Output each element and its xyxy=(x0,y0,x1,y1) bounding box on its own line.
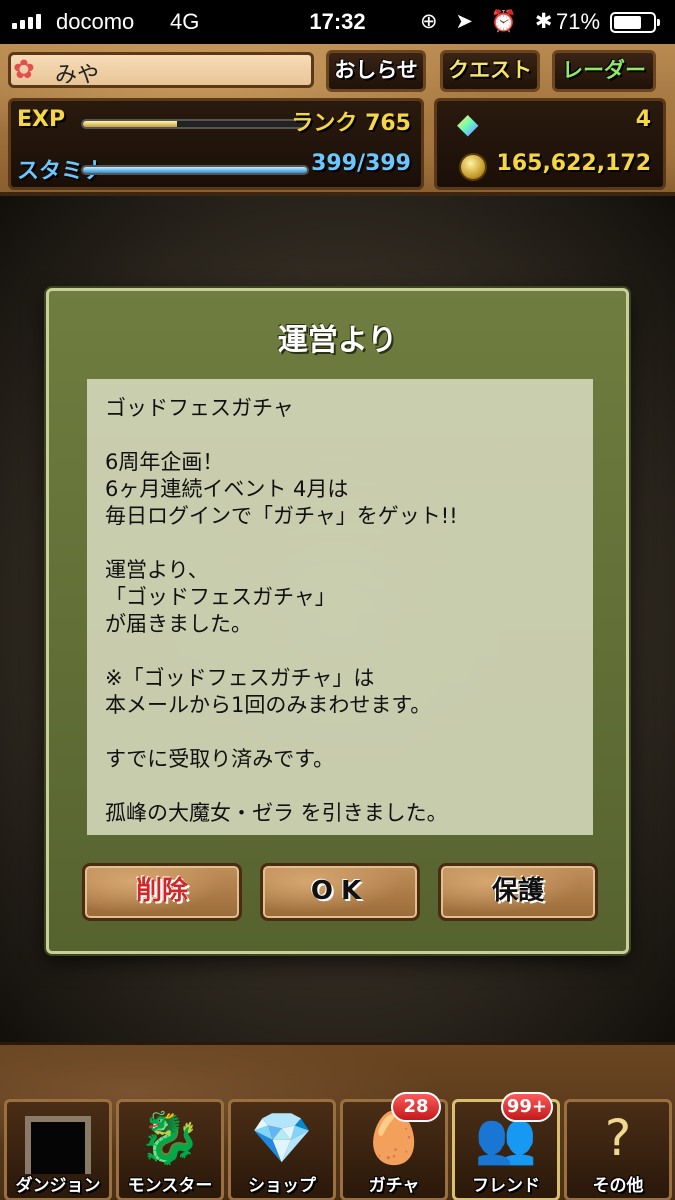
gacha-badge: 28 xyxy=(391,1092,441,1122)
coin-count: 165,622,172 xyxy=(496,151,651,176)
protect-button[interactable]: 保護 xyxy=(438,863,598,921)
gem-icon: 💎 xyxy=(250,1109,314,1167)
nav-other[interactable]: ? その他 xyxy=(564,1099,672,1200)
stamina-bar xyxy=(81,165,309,175)
nav-shop[interactable]: 💎 ショップ xyxy=(228,1099,336,1200)
player-name-plate[interactable]: ✿ みや xyxy=(8,52,314,88)
nav-friend[interactable]: 👥 99+ フレンド xyxy=(452,1092,560,1200)
dungeon-gate-icon xyxy=(25,1116,91,1174)
battery-percent: 71% xyxy=(556,9,601,34)
message-text: ゴッドフェスガチャ 6周年企画！ 6ヶ月連続イベント 4月は 毎日ログインで「ガ… xyxy=(105,396,458,825)
nav-dungeon[interactable]: ダンジョン xyxy=(4,1099,112,1200)
notice-button[interactable]: おしらせ xyxy=(326,50,426,92)
player-name: みや xyxy=(55,63,100,88)
friend-badge: 99+ xyxy=(500,1092,553,1122)
mail-dialog: 運営より ゴッドフェスガチャ 6周年企画！ 6ヶ月連続イベント 4月は 毎日ログ… xyxy=(46,288,629,954)
dragon-icon: 🐉 xyxy=(138,1109,202,1167)
stamina-bar-fill xyxy=(83,167,307,173)
exp-label: EXP xyxy=(17,107,66,132)
magic-stone-count: 4 xyxy=(635,107,651,132)
rank-value: ランク 765 xyxy=(291,111,411,136)
question-mark-icon: ? xyxy=(604,1109,632,1167)
coin-icon xyxy=(459,153,487,181)
magic-stone-icon: ◆ xyxy=(457,107,479,140)
ok-button[interactable]: OK xyxy=(260,863,420,921)
nav-monster[interactable]: 🐉 モンスター xyxy=(116,1099,224,1200)
exp-bar xyxy=(81,119,309,129)
nav-gacha-label: ガチャ xyxy=(368,1176,420,1196)
battery-fill xyxy=(614,16,641,29)
nav-gacha[interactable]: 🥚 28 ガチャ xyxy=(340,1092,448,1200)
status-bar: docomo 4G 17:32 ⊕ ➤ ⏰ ✱ 71% xyxy=(0,0,675,44)
player-stats-panel: EXP ランク 765 スタミナ 399/399 xyxy=(8,98,424,190)
resources-panel: ◆ 4 165,622,172 xyxy=(434,98,666,190)
dialog-title: 運営より xyxy=(277,323,398,358)
nav-other-label: その他 xyxy=(592,1176,644,1196)
nav-friend-label: フレンド xyxy=(472,1176,540,1196)
delete-button[interactable]: 削除 xyxy=(82,863,242,921)
game-header: ✿ みや おしらせ クエスト レーダー EXP ランク 765 スタミナ 399… xyxy=(0,44,675,196)
stamina-value: 399/399 xyxy=(311,151,411,176)
radar-button[interactable]: レーダー xyxy=(552,50,656,92)
player-avatar-icon: ✿ xyxy=(13,55,35,85)
bottom-nav: ダンジョン 🐉 モンスター 💎 ショップ 🥚 28 ガチャ 👥 99+ フレンド… xyxy=(0,1042,675,1200)
nav-shop-label: ショップ xyxy=(248,1176,316,1196)
nav-monster-label: モンスター xyxy=(127,1176,213,1196)
exp-bar-fill xyxy=(83,121,178,127)
status-icons: ⊕ ➤ ⏰ ✱ xyxy=(420,10,559,33)
nav-dungeon-label: ダンジョン xyxy=(15,1176,101,1196)
battery-icon xyxy=(610,12,660,33)
quest-button[interactable]: クエスト xyxy=(440,50,540,92)
message-box: ゴッドフェスガチャ 6周年企画！ 6ヶ月連続イベント 4月は 毎日ログインで「ガ… xyxy=(87,379,593,835)
